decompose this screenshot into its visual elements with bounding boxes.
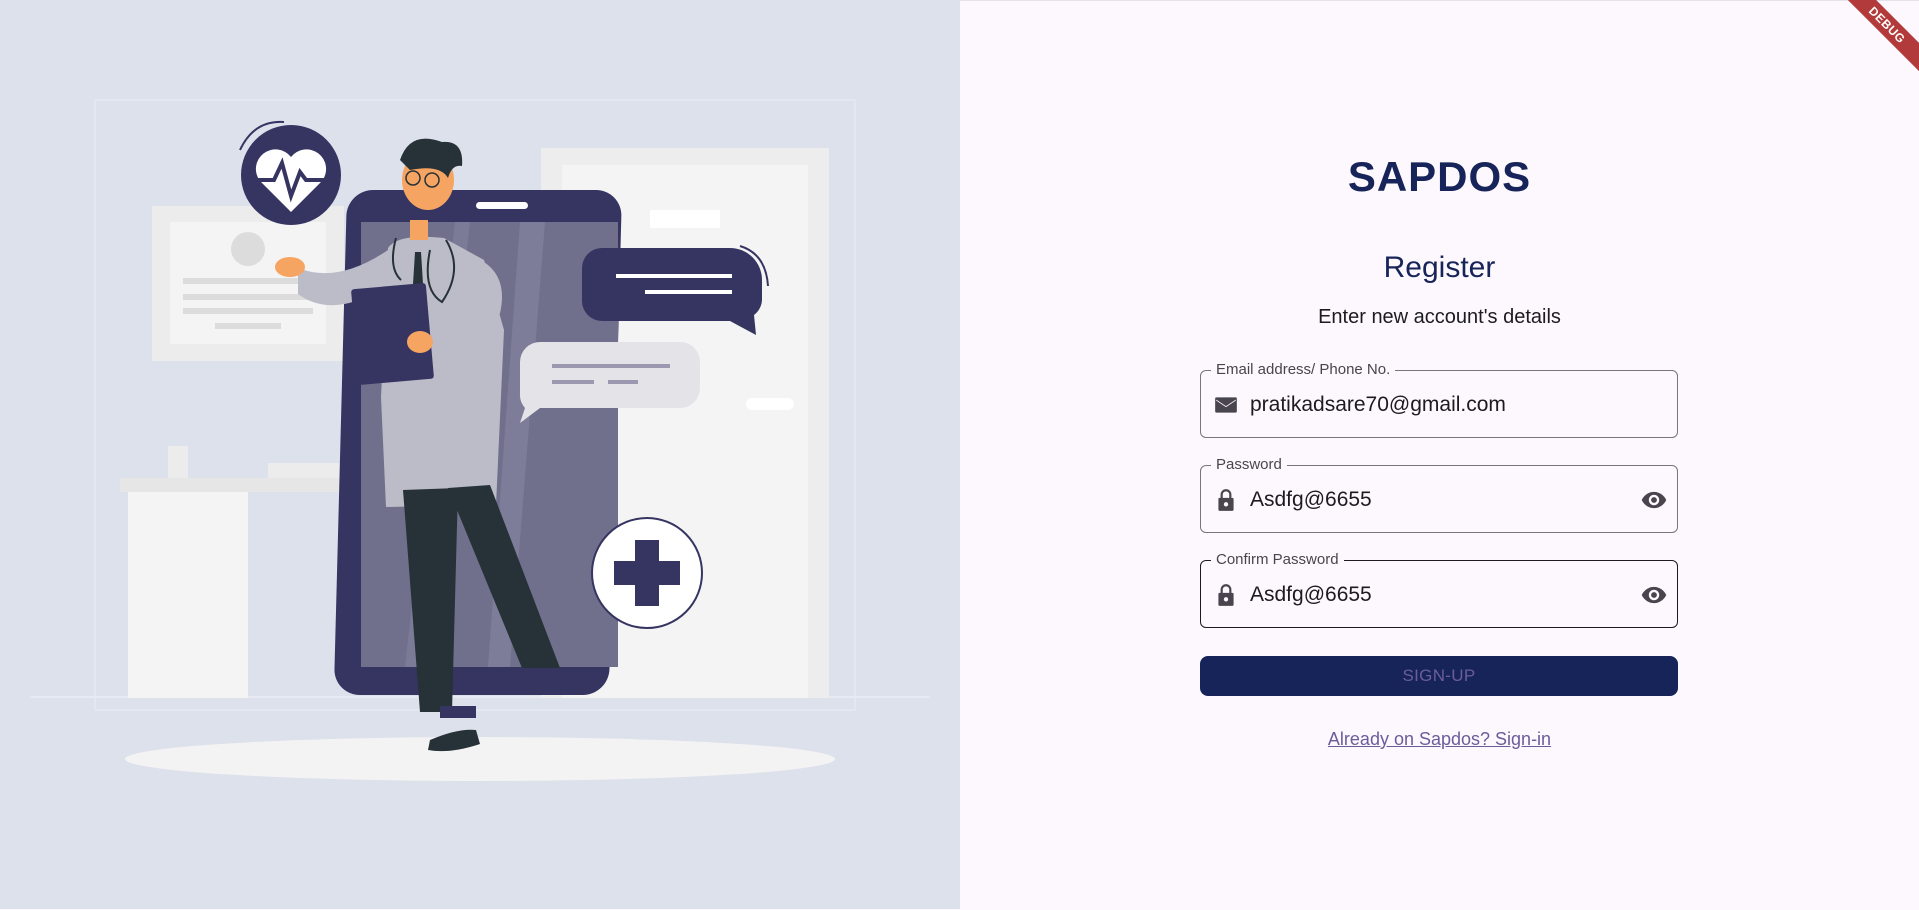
email-field-label: Email address/ Phone No. xyxy=(1211,361,1396,379)
lock-icon xyxy=(1218,489,1234,511)
confirm-password-input-value[interactable]: Asdfg@6655 xyxy=(1250,583,1372,607)
confirm-password-field[interactable]: Confirm Password Asdfg@6655 xyxy=(1200,551,1678,628)
page-subtitle: Enter new account's details xyxy=(1318,306,1561,328)
confirm-password-field-label: Confirm Password xyxy=(1211,551,1344,569)
signup-button[interactable]: SIGN-UP xyxy=(1200,656,1678,696)
eye-icon[interactable] xyxy=(1639,486,1669,514)
illustration-panel xyxy=(0,0,960,909)
email-field[interactable]: Email address/ Phone No. pratikadsare70@… xyxy=(1200,361,1678,438)
signin-link[interactable]: Already on Sapdos? Sign-in xyxy=(960,729,1919,750)
eye-icon[interactable] xyxy=(1639,581,1669,609)
brand-title: SAPDOS xyxy=(1347,153,1532,200)
password-field[interactable]: Password Asdfg@6655 xyxy=(1200,456,1678,533)
doctor-illustration xyxy=(30,99,930,781)
password-field-label: Password xyxy=(1211,456,1287,474)
password-input-value[interactable]: Asdfg@6655 xyxy=(1250,488,1372,512)
debug-badge: DEBUG xyxy=(1837,0,1919,75)
register-panel: DEBUG SAPDOS Register Enter new account'… xyxy=(960,0,1919,910)
mail-icon xyxy=(1215,397,1237,413)
lock-icon xyxy=(1218,584,1234,606)
page-title: Register xyxy=(1383,251,1496,284)
email-input-value[interactable]: pratikadsare70@gmail.com xyxy=(1250,393,1506,417)
